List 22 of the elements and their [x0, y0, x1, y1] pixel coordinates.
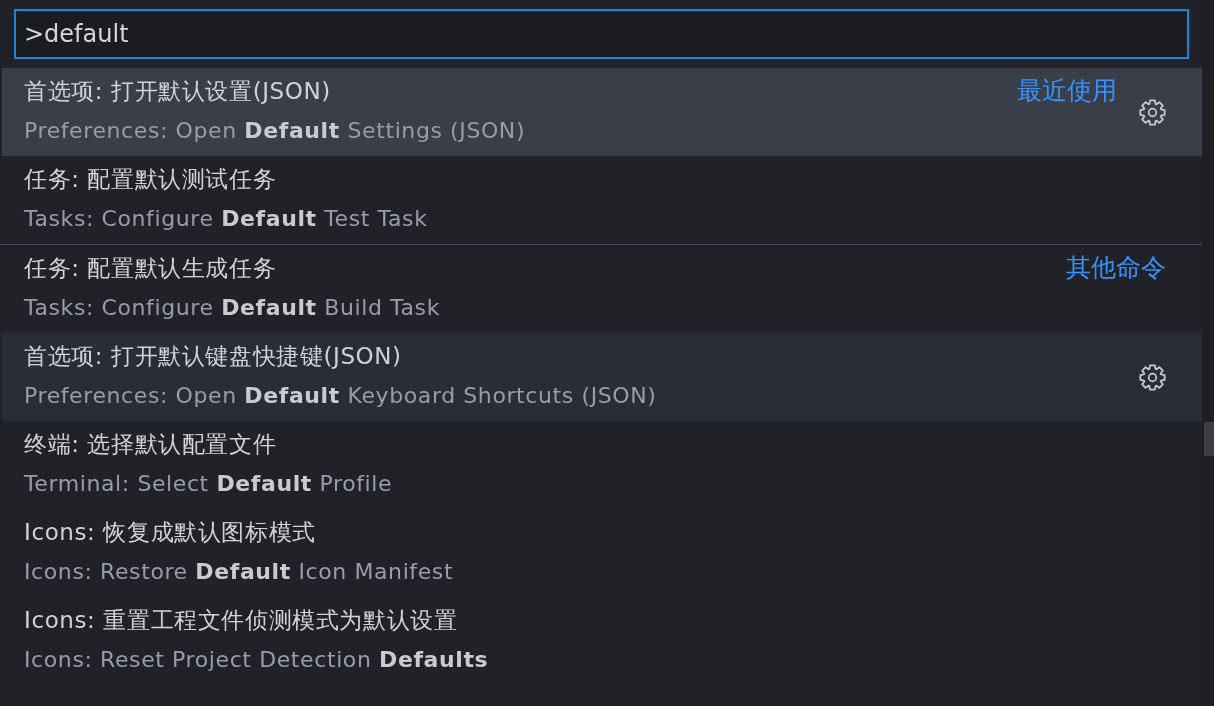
command-item[interactable]: 首选项: 打开默认键盘快捷键(JSON) Preferences: Open Default Keyboard Shortcuts (JSON)	[2, 333, 1202, 421]
command-input[interactable]: >default	[14, 9, 1189, 59]
gear-icon[interactable]	[1139, 363, 1166, 391]
group-label: 最近使用	[1017, 76, 1117, 106]
command-title: Icons: 恢复成默认图标模式	[24, 518, 317, 547]
group-label: 其他命令	[1066, 253, 1166, 283]
command-title: 首选项: 打开默认设置(JSON)	[24, 77, 332, 106]
command-title: 首选项: 打开默认键盘快捷键(JSON)	[24, 342, 403, 371]
gear-icon[interactable]	[1139, 98, 1166, 126]
command-subtitle: Icons: Restore Default Icon Manifest	[24, 558, 455, 586]
command-subtitle: Preferences: Open Default Keyboard Shortcuts (JSON)	[24, 382, 658, 410]
command-title: 任务: 配置默认测试任务	[24, 165, 278, 194]
command-subtitle: Tasks: Configure Default Test Task	[24, 205, 429, 233]
command-subtitle: Tasks: Configure Default Build Task	[24, 294, 441, 322]
command-title: 任务: 配置默认生成任务	[24, 254, 278, 283]
command-subtitle: Preferences: Open Default Settings (JSON)	[24, 117, 527, 145]
command-title: 终端: 选择默认配置文件	[24, 430, 278, 459]
command-title: Icons: 重置工程文件侦测模式为默认设置	[24, 606, 459, 635]
command-subtitle: Terminal: Select Default Profile	[24, 470, 394, 498]
command-item[interactable]: 首选项: 打开默认设置(JSON) Preferences: Open Default Settings (JSON) 最近使用	[2, 68, 1202, 156]
command-subtitle: Icons: Reset Project Detection Defaults	[24, 646, 490, 674]
scrollbar-thumb[interactable]	[1204, 422, 1214, 456]
